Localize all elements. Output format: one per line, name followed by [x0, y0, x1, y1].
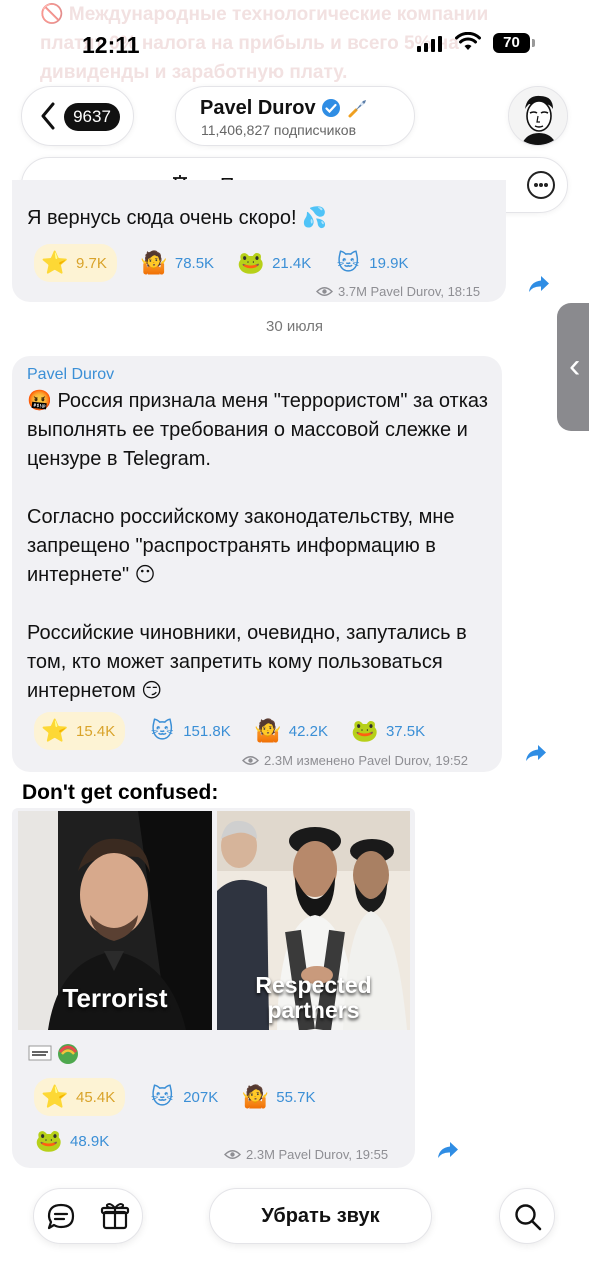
- reaction-count: 48.9K: [70, 1132, 110, 1150]
- cat-icon: 🐱: [150, 718, 174, 743]
- reaction-count: 207K: [183, 1088, 219, 1106]
- photo-left[interactable]: Terrorist: [18, 811, 212, 1030]
- message-text: Я вернусь сюда очень скоро! 💦: [27, 207, 327, 229]
- unmute-label: Убрать звук: [261, 1205, 380, 1227]
- share-icon[interactable]: [525, 744, 547, 762]
- reaction-count: 42.2K: [288, 722, 328, 740]
- views-and-time: 2.3M изменено Pavel Durov, 19:52: [264, 753, 468, 768]
- reaction-count: 151.8K: [183, 722, 231, 740]
- chevron-left-icon: [41, 102, 55, 130]
- reaction-count: 9.7K: [76, 254, 107, 272]
- reaction-star[interactable]: ⭐ 15.4K: [34, 712, 126, 750]
- back-button[interactable]: 9637: [21, 86, 134, 146]
- avatar-portrait: [509, 87, 567, 145]
- verified-badge-icon: [321, 99, 340, 117]
- message-bubble-1: Я вернусь сюда очень скоро! 💦 ⭐ 9.7K 🤷 7…: [12, 180, 506, 302]
- reaction-cat[interactable]: 🐱 19.9K: [333, 248, 409, 278]
- frog-icon: 🐸: [351, 718, 379, 743]
- bottom-left-actions: [33, 1188, 143, 1244]
- message-sender[interactable]: Pavel Durov: [27, 366, 114, 384]
- views-eye-icon: [242, 756, 259, 765]
- reactions-row: ⭐ 15.4K 🐱 151.8K 🤷 42.2K 🐸 37.5K: [34, 712, 447, 750]
- shrug-icon: 🤷: [241, 1084, 269, 1109]
- message-meta: 2.3M изменено Pavel Durov, 19:52: [242, 753, 468, 768]
- unread-count-badge: 9637: [64, 103, 120, 131]
- reaction-count: 45.4K: [76, 1088, 116, 1106]
- reactions-row: ⭐ 45.4K 🐱 207K 🤷 55.7K: [34, 1078, 337, 1116]
- battery-indicator: 70: [493, 33, 535, 53]
- channel-name: Pavel Durov: [200, 96, 316, 119]
- message-meta: 3.7M Pavel Durov, 18:15: [316, 284, 480, 299]
- caption-respected-partners: Respected partners: [255, 972, 372, 1023]
- cat-icon: 🐱: [336, 250, 360, 275]
- image-title: Don't get confused:: [22, 781, 219, 804]
- share-icon[interactable]: [437, 1141, 459, 1159]
- wifi-icon: [455, 32, 481, 50]
- reaction-count: 21.4K: [272, 254, 312, 272]
- caption-terrorist: Terrorist: [62, 983, 168, 1013]
- star-icon: ⭐: [41, 250, 69, 275]
- search-icon: [515, 1204, 542, 1231]
- sticker-row: [28, 1042, 80, 1066]
- unmute-button[interactable]: Убрать звук: [209, 1188, 432, 1244]
- shrug-icon: 🤷: [140, 250, 168, 275]
- reaction-cat[interactable]: 🐱 151.8K: [147, 716, 231, 746]
- reaction-count: 37.5K: [385, 722, 426, 740]
- status-time: 12:11: [82, 32, 140, 58]
- star-icon: ⭐: [41, 718, 69, 743]
- share-icon[interactable]: [528, 275, 550, 293]
- channel-name-row: Pavel Durov: [200, 96, 370, 120]
- reaction-shrug[interactable]: 🤷 55.7K: [240, 1082, 316, 1112]
- reactions-row: ⭐ 9.7K 🤷 78.5K 🐸 21.4K 🐱 19.9K: [34, 244, 430, 282]
- cellular-signal-icon: [417, 36, 442, 52]
- frog-icon: 🐸: [237, 250, 265, 275]
- more-options-icon[interactable]: [527, 171, 555, 199]
- reaction-count: 19.9K: [369, 254, 409, 272]
- gift-icon[interactable]: [100, 1201, 130, 1231]
- reaction-frog[interactable]: 🐸 37.5K: [350, 716, 425, 746]
- shrug-icon: 🤷: [254, 718, 282, 743]
- channel-title-button[interactable]: Pavel Durov 11,406,827 подписчиков: [175, 86, 415, 146]
- comments-icon[interactable]: [46, 1202, 76, 1232]
- message-bubble-2: Pavel Durov 🤬 Россия признала меня "терр…: [12, 356, 502, 772]
- message-text: 🤬 Россия признала меня "террористом" за …: [27, 390, 488, 702]
- date-separator: 30 июля: [265, 318, 324, 335]
- status-bar: 12:11 70: [0, 0, 589, 86]
- flag-sticker-icon: [28, 1045, 52, 1061]
- rainbow-frog-sticker-icon: [58, 1044, 78, 1064]
- reaction-star[interactable]: ⭐ 9.7K: [34, 244, 117, 282]
- reaction-shrug[interactable]: 🤷 42.2K: [253, 716, 328, 746]
- rocket-emoji-status-icon: [348, 100, 366, 118]
- views-and-time: 2.3M Pavel Durov, 19:55: [246, 1147, 389, 1162]
- subscriber-count: 11,406,827 подписчиков: [201, 122, 357, 138]
- views-and-time: 3.7M Pavel Durov, 18:15: [338, 284, 481, 299]
- reaction-count: 15.4K: [76, 722, 116, 740]
- frog-icon: 🐸: [35, 1128, 63, 1153]
- views-eye-icon: [316, 287, 333, 296]
- reaction-frog[interactable]: 🐸 21.4K: [236, 248, 311, 278]
- star-icon: ⭐: [41, 1084, 69, 1109]
- channel-avatar[interactable]: [508, 86, 568, 146]
- reaction-star[interactable]: ⭐ 45.4K: [34, 1078, 126, 1116]
- reaction-count: 78.5K: [174, 254, 215, 272]
- reaction-count: 55.7K: [276, 1088, 316, 1106]
- cat-icon: 🐱: [150, 1084, 174, 1109]
- photo-right[interactable]: Respected partners: [217, 811, 410, 1030]
- reactions-row-2: 🐸 48.9K: [34, 1126, 131, 1156]
- chevron-left-icon: ‹: [569, 347, 581, 385]
- reaction-cat[interactable]: 🐱 207K: [147, 1082, 219, 1112]
- search-button[interactable]: [499, 1188, 555, 1244]
- reaction-frog[interactable]: 🐸 48.9K: [34, 1126, 109, 1156]
- reaction-shrug[interactable]: 🤷 78.5K: [139, 248, 214, 278]
- views-eye-icon: [224, 1150, 241, 1159]
- side-panel-handle[interactable]: ‹: [557, 303, 589, 431]
- message-meta: 2.3M Pavel Durov, 19:55: [224, 1147, 388, 1162]
